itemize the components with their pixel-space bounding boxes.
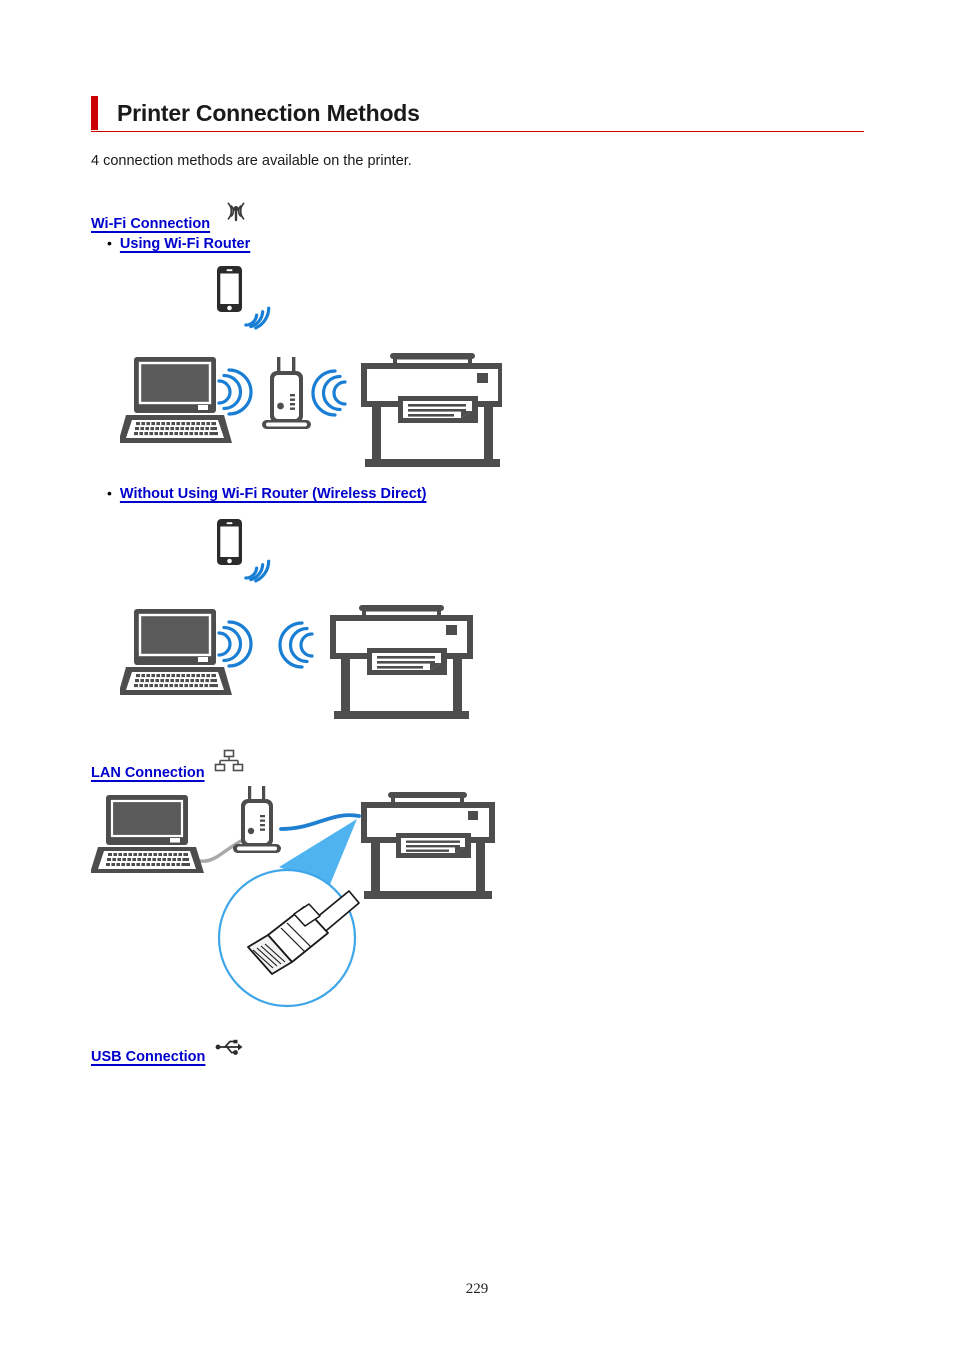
wireless-direct-link[interactable]: Without Using Wi-Fi Router (Wireless Dir… [120, 486, 427, 502]
lan-connection-link[interactable]: LAN Connection [91, 765, 205, 781]
title-divider [91, 131, 864, 132]
title-accent-bar [91, 96, 98, 130]
page-number: 229 [465, 1281, 489, 1297]
intro-text: 4 connection methods are available on th… [91, 153, 412, 169]
smartphone-icon [217, 519, 242, 565]
page-title-block: Printer Connection Methods [91, 96, 864, 132]
smartphone-icon [217, 266, 242, 312]
page-title: Printer Connection Methods [117, 99, 420, 126]
section-heading-wifi[interactable]: Wi-Fi Connection [91, 200, 253, 232]
wifi-connection-link[interactable]: Wi-Fi Connection [91, 216, 210, 232]
wifi-router-connection-diagram [120, 263, 502, 473]
usb-trident-icon [214, 1037, 244, 1062]
laptop-icon [120, 609, 232, 695]
title-row: Printer Connection Methods [91, 96, 864, 130]
laptop-icon [91, 795, 204, 873]
lan-network-icon [214, 749, 244, 778]
bullet-wireless-direct[interactable]: • Without Using Wi-Fi Router (Wireless D… [107, 486, 426, 502]
wireless-direct-connection-diagram [120, 517, 475, 725]
manual-page: Printer Connection Methods 4 connection … [0, 0, 954, 1350]
laptop-icon [120, 357, 232, 443]
using-wifi-router-link[interactable]: Using Wi-Fi Router [120, 236, 250, 252]
lan-connection-diagram [91, 783, 503, 1011]
section-heading-lan[interactable]: LAN Connection [91, 749, 244, 781]
wifi-antenna-icon [219, 200, 253, 229]
section-heading-usb[interactable]: USB Connection [91, 1037, 244, 1065]
bullet-dot: • [107, 485, 112, 501]
bullet-dot: • [107, 235, 112, 251]
bullet-using-wifi-router[interactable]: • Using Wi-Fi Router [107, 236, 250, 252]
usb-connection-link[interactable]: USB Connection [91, 1049, 205, 1065]
